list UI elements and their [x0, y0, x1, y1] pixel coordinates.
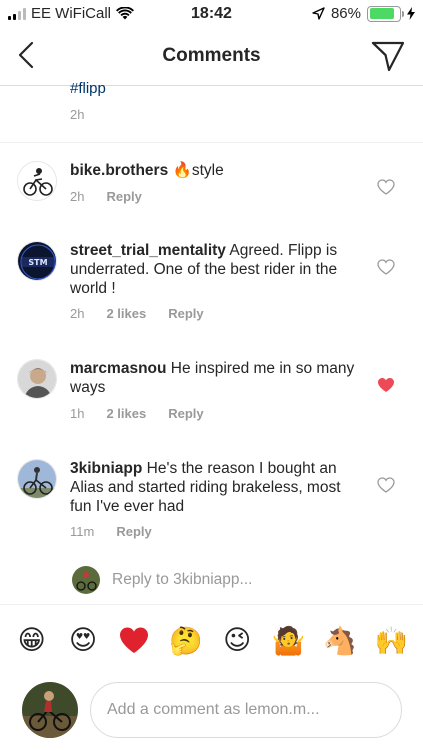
- battery-fill: [369, 8, 395, 19]
- horse-emoji[interactable]: 🐴: [320, 621, 360, 661]
- avatar[interactable]: STM: [17, 241, 57, 281]
- direct-send-icon[interactable]: [371, 40, 405, 72]
- bike-logo-avatar-image: [18, 162, 56, 200]
- comment-meta: 2h 2 likes Reply: [70, 306, 204, 321]
- grinning-emoji[interactable]: 😁: [12, 621, 52, 661]
- caption-timestamp: 2h: [70, 107, 85, 122]
- comment-composer: [0, 676, 423, 750]
- comment-username[interactable]: street_trial_mentality: [70, 242, 226, 259]
- comment-meta: 1h 2 likes Reply: [70, 406, 204, 421]
- thinking-emoji[interactable]: 🤔: [166, 621, 206, 661]
- red-heart-icon: [120, 627, 149, 653]
- heart-outline-icon[interactable]: [377, 477, 395, 493]
- likes-count[interactable]: 2 likes: [106, 306, 146, 321]
- reply-avatar-image: [72, 566, 100, 594]
- 3kibniapp-avatar-image: [18, 460, 56, 498]
- page-title: Comments: [162, 45, 261, 66]
- comment-timestamp: 1h: [70, 406, 85, 421]
- raised-hands-emoji[interactable]: 🙌: [371, 621, 411, 661]
- reply-to-row[interactable]: Reply to 3kibniapp...: [72, 566, 252, 594]
- current-user-avatar: [22, 682, 78, 738]
- svg-text:STM: STM: [28, 258, 47, 267]
- status-right: 86%: [312, 5, 415, 22]
- comment-text: 3kibniapp He's the reason I bought an Al…: [70, 459, 365, 516]
- battery-percent: 86%: [330, 5, 361, 22]
- avatar[interactable]: [17, 459, 57, 499]
- heart-outline-icon[interactable]: [377, 259, 395, 275]
- comment-meta: 11m Reply: [70, 524, 152, 539]
- caption-divider: [0, 142, 423, 143]
- comment-username[interactable]: marcmasnou: [70, 360, 166, 377]
- winking-emoji[interactable]: 😉: [217, 621, 257, 661]
- marcmasnou-avatar-image: [18, 360, 56, 398]
- street-trial-avatar-image: STM: [18, 242, 56, 280]
- likes-count[interactable]: 2 likes: [106, 406, 146, 421]
- status-bar: EE WiFiCall 18:42 86%: [0, 0, 423, 28]
- comment-timestamp: 2h: [70, 189, 85, 204]
- comment-text: marcmasnou He inspired me in so many way…: [70, 359, 365, 397]
- comment-timestamp: 11m: [70, 524, 95, 539]
- comment-username[interactable]: 3kibniapp: [70, 460, 142, 477]
- reply-button[interactable]: Reply: [168, 306, 203, 321]
- comment-input[interactable]: [90, 682, 402, 738]
- comment-body: 🔥style: [172, 162, 224, 179]
- reply-to-label[interactable]: Reply to 3kibniapp...: [112, 571, 252, 589]
- heart-outline-icon[interactable]: [377, 179, 395, 195]
- heart-eyes-emoji[interactable]: 😍: [63, 621, 103, 661]
- battery-icon: [367, 5, 404, 22]
- quick-emoji-bar: 😁 😍 🤔 😉 🤷 🐴 🙌: [0, 604, 423, 676]
- reply-button[interactable]: Reply: [168, 406, 203, 421]
- comment-timestamp: 2h: [70, 306, 85, 321]
- comment-text: street_trial_mentality Agreed. Flipp is …: [70, 241, 365, 298]
- caption-hashtag-link[interactable]: #flipp: [70, 80, 106, 97]
- comment-meta: 2h Reply: [70, 189, 142, 204]
- avatar[interactable]: [17, 161, 57, 201]
- location-arrow-icon: [312, 7, 325, 20]
- red-heart-emoji[interactable]: [114, 621, 154, 661]
- reply-button[interactable]: Reply: [116, 524, 151, 539]
- heart-filled-icon[interactable]: [377, 377, 395, 393]
- reply-button[interactable]: Reply: [106, 189, 141, 204]
- shrug-emoji[interactable]: 🤷: [269, 621, 309, 661]
- comment-username[interactable]: bike.brothers: [70, 162, 168, 179]
- charging-bolt-icon: [407, 7, 415, 20]
- reply-avatar: [72, 566, 100, 594]
- comment-text: bike.brothers 🔥style: [70, 161, 365, 180]
- navigation-bar: Comments: [0, 28, 423, 86]
- current-user-avatar-image: [22, 682, 78, 738]
- avatar[interactable]: [17, 359, 57, 399]
